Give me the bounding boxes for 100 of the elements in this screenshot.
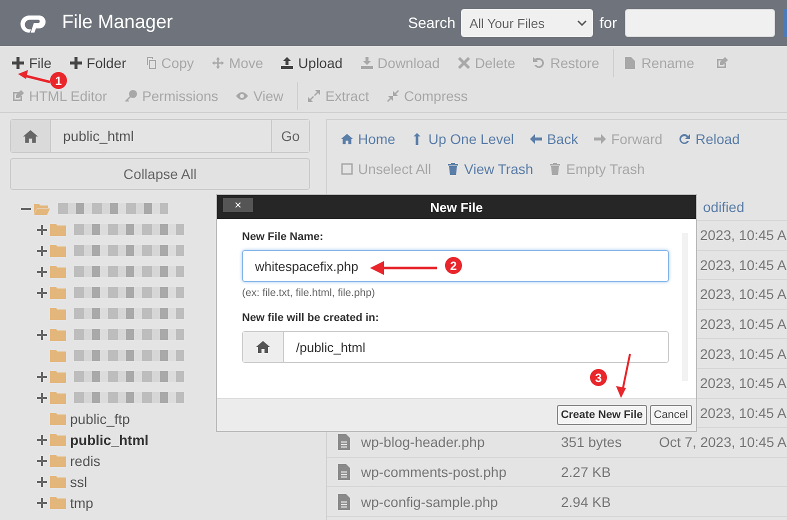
expand-toggle[interactable] xyxy=(36,476,48,488)
file-size: 351 bytes xyxy=(561,434,622,450)
folder-name[interactable]: ssl xyxy=(70,474,88,490)
modified-date: 2023, 10:45 A xyxy=(700,404,786,421)
nav-button[interactable]: View Trash xyxy=(441,159,540,179)
plus-icon xyxy=(37,372,47,382)
plus-icon xyxy=(12,57,24,69)
folder-icon xyxy=(50,350,66,362)
modified-date: 2023, 10:45 A xyxy=(700,346,786,362)
file-name[interactable]: wp-blog-header.php xyxy=(361,434,485,450)
file-name[interactable]: wp-comments-post.php xyxy=(361,464,507,480)
key-icon xyxy=(125,90,138,102)
folder-icon xyxy=(50,266,66,278)
expand-toggle[interactable] xyxy=(36,328,48,340)
expand-toggle[interactable] xyxy=(36,370,48,382)
nav-button[interactable]: Back xyxy=(524,129,584,149)
expand-toggle[interactable] xyxy=(36,496,48,508)
toolbar-button[interactable]: Folder xyxy=(66,52,134,74)
plus-icon xyxy=(37,266,47,276)
folder-name[interactable]: redis xyxy=(70,452,100,468)
search-scope-dropdown[interactable]: All Your Files xyxy=(461,9,594,37)
folder-name[interactable]: public_ftp xyxy=(70,410,130,426)
directory-field[interactable]: /public_html xyxy=(242,331,669,363)
x-icon xyxy=(458,57,470,69)
folder-name[interactable]: public_html xyxy=(70,432,149,448)
expand-icon xyxy=(308,90,320,102)
reload-icon xyxy=(678,133,690,145)
for-label: for xyxy=(599,14,617,32)
collapse-all-button[interactable]: Collapse All xyxy=(10,158,310,190)
modified-date: 2023, 10:45 A xyxy=(700,227,786,244)
search-field[interactable] xyxy=(625,9,775,37)
dialog-title: New File xyxy=(430,200,483,214)
trash-icon xyxy=(549,163,562,175)
column-header[interactable]: odified xyxy=(703,199,744,215)
folder-icon xyxy=(50,496,66,508)
app-title: File Manager xyxy=(62,12,173,34)
folder-icon xyxy=(50,308,66,320)
folder-icon xyxy=(50,328,66,340)
expand-toggle[interactable] xyxy=(36,434,48,446)
file-size: 2.94 KB xyxy=(561,494,611,510)
file-icon xyxy=(338,494,350,510)
expand-toggle[interactable] xyxy=(36,286,48,298)
nav-button[interactable]: Up One Level xyxy=(405,129,520,149)
trash-icon xyxy=(447,163,460,175)
folder-icon xyxy=(50,224,66,236)
modified-date: 2023, 10:45 A xyxy=(700,256,786,273)
folder-icon xyxy=(50,434,66,446)
eye-icon xyxy=(236,90,248,102)
right-arrow-icon xyxy=(594,133,606,145)
annotation-arrow xyxy=(18,70,50,84)
file-name[interactable]: wp-config-sample.php xyxy=(361,494,498,510)
folder-name[interactable]: tmp xyxy=(70,494,94,510)
left-arrow-icon xyxy=(530,133,542,145)
modified-date: Oct 7, 2023, 10:45 A xyxy=(659,434,787,450)
checkbox-icon xyxy=(341,163,353,175)
edit-icon xyxy=(12,90,24,102)
expand-toggle[interactable] xyxy=(36,266,48,278)
upload-icon xyxy=(281,57,294,69)
plus-icon xyxy=(70,57,82,69)
create-file-button[interactable]: Create New File xyxy=(556,405,647,425)
home-icon xyxy=(341,133,353,145)
file-icon xyxy=(338,464,350,480)
folder-icon xyxy=(50,454,66,466)
modified-date: 2023, 10:45 A xyxy=(700,286,786,302)
nav-button[interactable]: Reload xyxy=(672,129,746,149)
annotation-arrow xyxy=(616,354,631,398)
folder-icon xyxy=(50,286,66,298)
modified-date: 2023, 10:45 A xyxy=(700,316,786,332)
folder-icon xyxy=(50,244,66,256)
plus-icon xyxy=(37,434,47,444)
file-icon xyxy=(624,57,636,69)
hint-text: (ex: file.txt, file.html, file.php) xyxy=(242,287,376,299)
toolbar-button[interactable]: File xyxy=(8,52,60,74)
plus-icon xyxy=(37,224,47,234)
download-icon xyxy=(360,57,373,69)
nav-button[interactable]: Home xyxy=(335,129,402,149)
plus-icon xyxy=(37,246,47,256)
plus-icon xyxy=(37,392,47,402)
folder-icon xyxy=(50,412,66,424)
field-label: New file will be created in: xyxy=(242,312,380,324)
undo-icon xyxy=(533,57,546,69)
move-icon xyxy=(212,57,224,69)
modified-date: 2023, 10:45 A xyxy=(700,375,786,392)
compress-icon xyxy=(386,90,399,102)
chevron-down-icon xyxy=(577,20,588,26)
close-button[interactable]: × xyxy=(223,198,253,212)
plus-icon xyxy=(37,456,47,466)
expand-toggle[interactable] xyxy=(36,454,48,466)
expand-toggle[interactable] xyxy=(36,244,48,256)
cancel-button[interactable]: Cancel xyxy=(650,405,692,425)
folder-icon xyxy=(50,392,66,404)
plus-icon xyxy=(37,288,47,298)
up-arrow-icon xyxy=(411,133,424,145)
expand-toggle[interactable] xyxy=(36,224,48,236)
open-folder-icon xyxy=(34,202,50,214)
folder-icon xyxy=(50,476,66,488)
expand-toggle[interactable] xyxy=(36,392,48,404)
home-icon xyxy=(256,341,270,353)
toolbar-button[interactable]: Upload xyxy=(277,52,351,74)
plus-icon xyxy=(37,498,47,508)
